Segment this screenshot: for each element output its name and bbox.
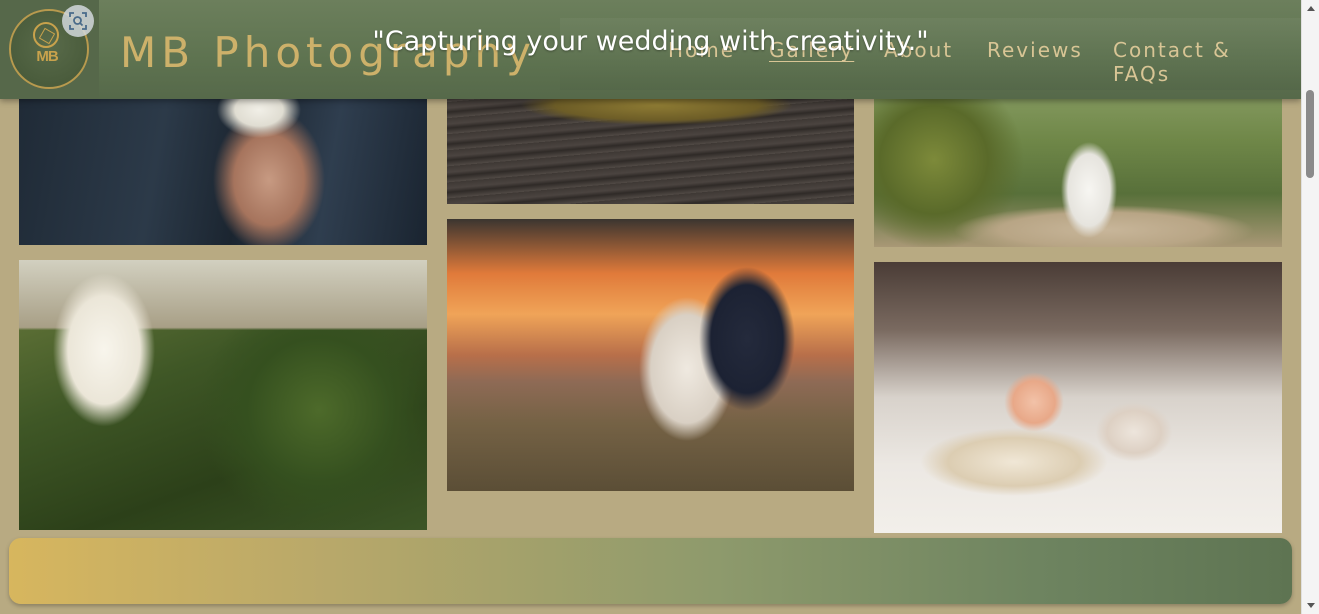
quote-text: "Capturing your wedding with creativity.… (372, 26, 929, 57)
scroll-thumb[interactable] (1306, 90, 1314, 178)
gallery-photo-sunset[interactable] (447, 219, 854, 491)
quote-banner (9, 538, 1292, 604)
scroll-up-arrow-icon[interactable] (1307, 6, 1315, 11)
gallery-photo-tea-book[interactable] (874, 262, 1282, 533)
page-scrollbar[interactable] (1301, 0, 1319, 614)
gallery-photo-dock[interactable] (19, 260, 427, 530)
scroll-down-arrow-icon[interactable] (1307, 603, 1315, 608)
